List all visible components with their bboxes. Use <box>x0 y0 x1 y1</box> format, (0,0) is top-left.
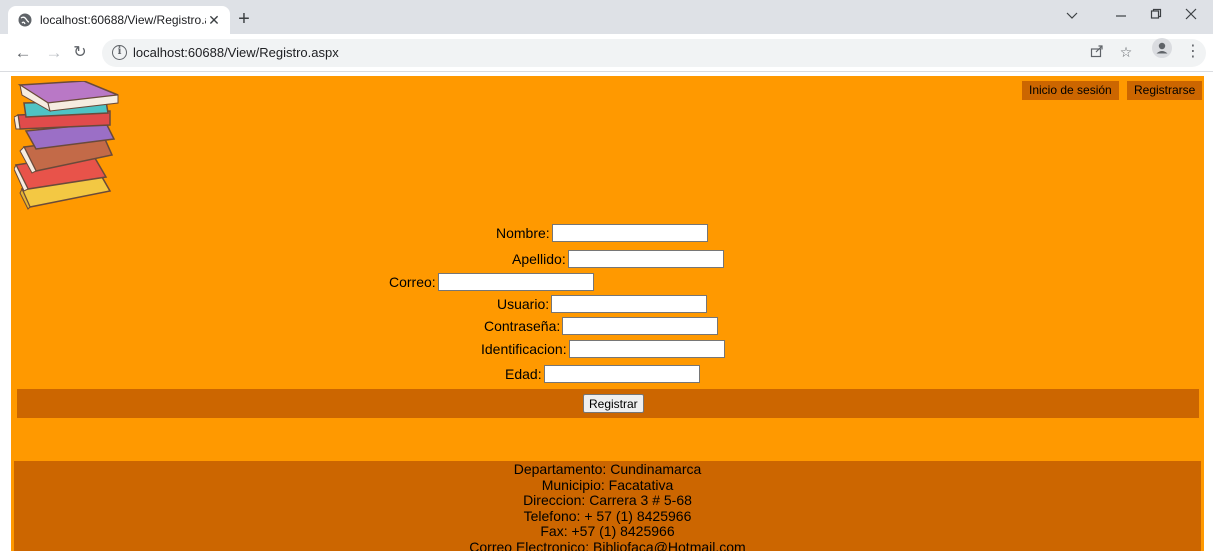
edad-label: Edad: <box>505 366 542 382</box>
page-container: Inicio de sesión Registrarse Nombre: Ape… <box>11 76 1204 551</box>
browser-toolbar: ← → ↻ i localhost:60688/View/Registro.as… <box>0 34 1213 72</box>
forward-arrow-icon[interactable]: → <box>44 43 64 63</box>
footer-correo: Correo Electronico: Bibliofaca@Hotmail.c… <box>469 538 746 551</box>
url-text[interactable]: localhost:60688/View/Registro.aspx <box>133 45 339 60</box>
books-logo <box>14 81 119 210</box>
browser-tabstrip: localhost:60688/View/Registro.aspx ✕ + <box>0 0 1213 34</box>
correo-label: Correo: <box>389 274 436 290</box>
globe-icon <box>18 13 32 27</box>
browser-tab[interactable]: localhost:60688/View/Registro.aspx ✕ <box>8 6 230 34</box>
address-bar[interactable]: i localhost:60688/View/Registro.aspx ☆ <box>102 39 1206 67</box>
tab-title: localhost:60688/View/Registro.aspx <box>40 13 206 27</box>
info-icon[interactable]: i <box>112 45 127 60</box>
identificacion-row: Identificacion: <box>481 340 725 358</box>
plus-icon[interactable]: + <box>236 9 252 29</box>
edad-row: Edad: <box>505 365 700 383</box>
footer: Departamento: Cundinamarca Municipio: Fa… <box>14 461 1201 551</box>
contrasena-label: Contraseña: <box>484 318 561 334</box>
correo-row: Correo: <box>389 273 594 291</box>
identificacion-label: Identificacion: <box>481 341 567 357</box>
login-link[interactable]: Inicio de sesión <box>1022 81 1119 100</box>
register-link[interactable]: Registrarse <box>1127 81 1203 100</box>
footer-municipio: Municipio: Facatativa <box>541 476 674 493</box>
share-icon[interactable] <box>1088 44 1106 61</box>
contrasena-input[interactable] <box>562 317 719 335</box>
reload-icon[interactable]: ↻ <box>70 43 90 63</box>
star-icon[interactable]: ☆ <box>1117 44 1135 61</box>
nombre-input[interactable] <box>551 224 708 242</box>
footer-departamento: Departamento: Cundinamarca <box>513 461 702 477</box>
footer-fax: Fax: +57 (1) 8425966 <box>540 523 675 539</box>
apellido-input[interactable] <box>567 250 724 268</box>
chevron-down-icon[interactable] <box>1062 8 1082 23</box>
apellido-row: Apellido: <box>512 250 724 268</box>
usuario-label: Usuario: <box>497 296 550 312</box>
window-close-icon[interactable] <box>1181 8 1201 23</box>
submit-bar: Registrar <box>17 389 1199 418</box>
profile-icon[interactable] <box>1152 38 1172 58</box>
back-arrow-icon[interactable]: ← <box>13 43 33 63</box>
contrasena-row: Contraseña: <box>484 317 719 335</box>
menu-dots-icon[interactable]: ⋮ <box>1185 44 1201 60</box>
close-icon[interactable]: ✕ <box>206 12 222 28</box>
identificacion-input[interactable] <box>568 340 725 358</box>
page-viewport: Inicio de sesión Registrarse Nombre: Ape… <box>0 73 1213 551</box>
footer-direccion: Direccion: Carrera 3 # 5-68 <box>523 492 692 508</box>
footer-telefono: Telefono: + 57 (1) 8425966 <box>523 507 692 524</box>
usuario-input[interactable] <box>551 295 708 313</box>
edad-input[interactable] <box>543 365 700 383</box>
minimize-icon[interactable] <box>1111 8 1131 23</box>
nombre-row: Nombre: <box>496 224 708 242</box>
registrar-button[interactable]: Registrar <box>583 394 644 413</box>
nombre-label: Nombre: <box>496 225 550 241</box>
usuario-row: Usuario: <box>497 295 708 313</box>
apellido-label: Apellido: <box>512 251 566 267</box>
correo-input[interactable] <box>437 273 594 291</box>
restore-icon[interactable] <box>1146 8 1166 23</box>
